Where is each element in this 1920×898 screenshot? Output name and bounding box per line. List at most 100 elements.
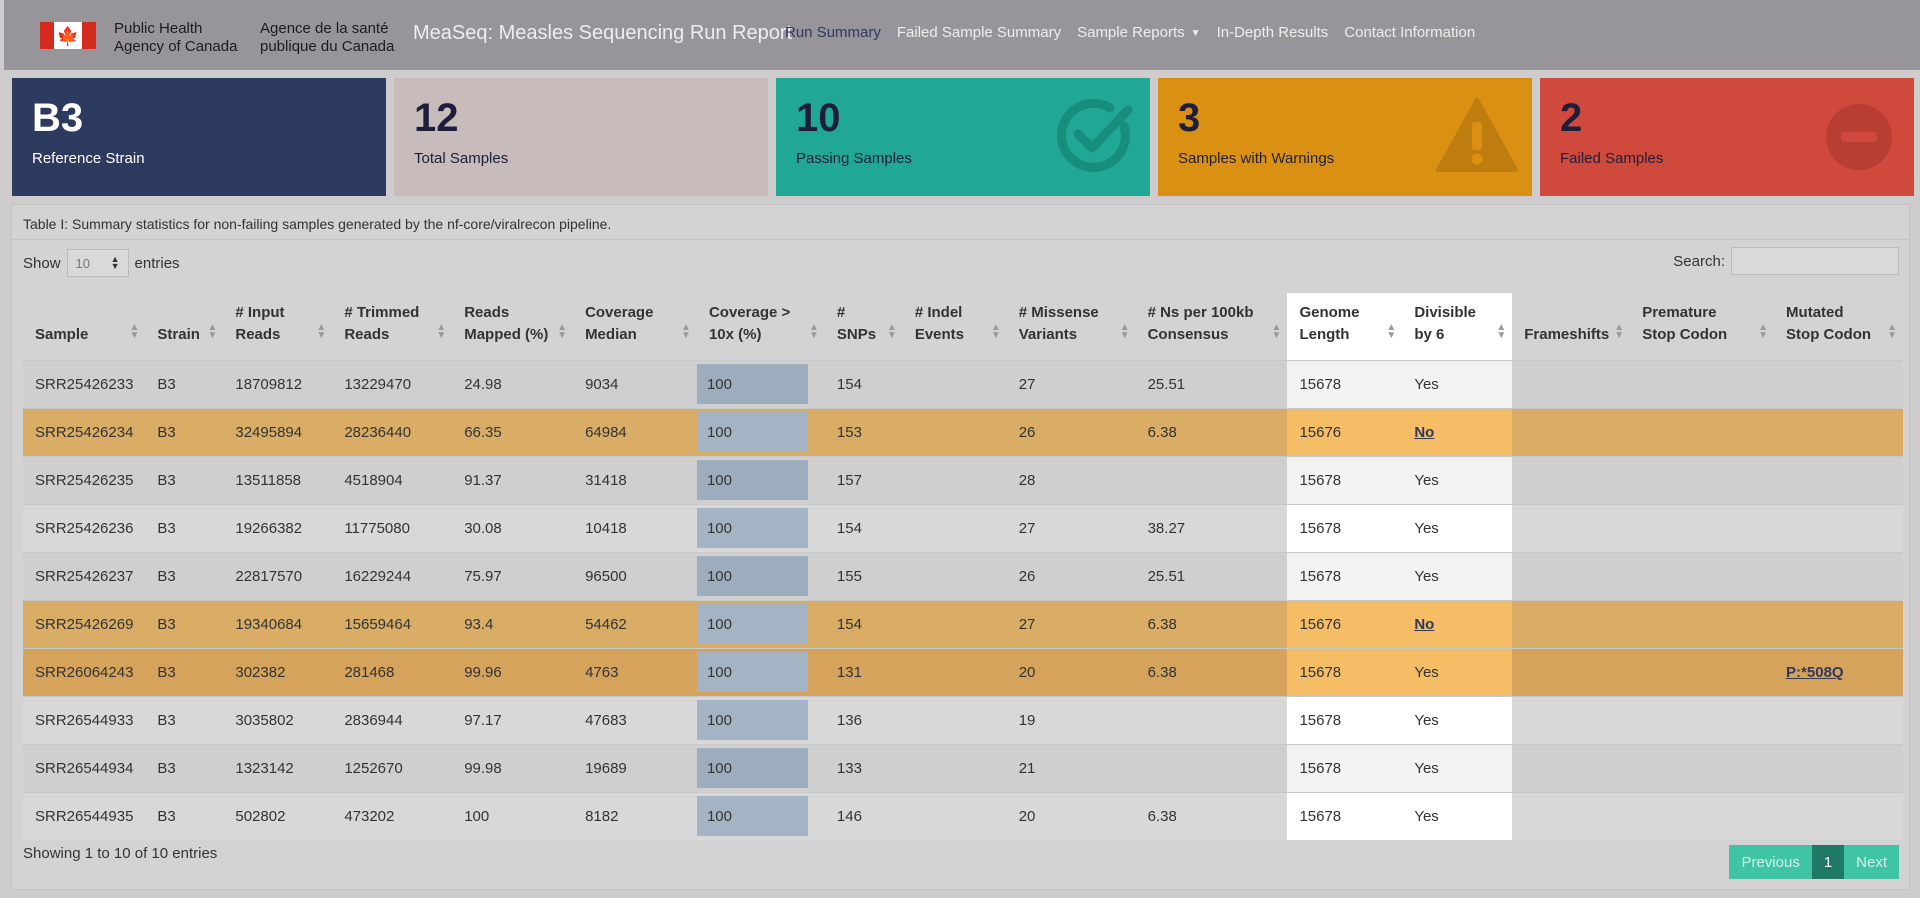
col-header-text: Median — [585, 325, 637, 343]
col-header-premature-stop-codon[interactable]: Premature Stop Codon ▲ ▼ — [1630, 293, 1774, 360]
cell-frameshifts — [1512, 599, 1631, 648]
cell-coverage-median: 31418 — [573, 455, 697, 504]
cell-coverage-median: 96500 — [573, 551, 697, 600]
cell-missense-variants: 27 — [1006, 599, 1136, 648]
col-header-text: Genome — [1299, 303, 1360, 321]
cell-indel-events — [902, 647, 1007, 696]
card-value: 2 — [1560, 96, 1583, 140]
nav-contact-information[interactable]: Contact Information — [1344, 24, 1475, 41]
sort-arrows-icon: ▲ ▼ — [1887, 321, 1897, 341]
cell-mutated-stop-codon — [1774, 455, 1903, 504]
previous-page-button[interactable]: Previous — [1729, 845, 1812, 879]
col-header-reads-mapped[interactable]: Reads Mapped (%) ▲ ▼ — [452, 293, 573, 360]
cell-snps: 153 — [824, 407, 903, 456]
cell-frameshifts — [1512, 407, 1631, 456]
cell-coverage-10x: 100 — [696, 647, 825, 696]
app-title[interactable]: MeaSeq: Measles Sequencing Run Report — [413, 22, 792, 45]
nav-sample-reports-label: Sample Reports — [1077, 24, 1185, 41]
cell-sample: SRR25426234 — [23, 407, 146, 456]
coverage-bar: 100 — [696, 508, 808, 548]
cell-frameshifts — [1512, 647, 1631, 696]
cell-ns-per-100kb — [1135, 743, 1288, 792]
search-label: Search: — [1673, 252, 1725, 270]
cell-input-reads: 32495894 — [223, 407, 333, 456]
nav-failed-sample-summary[interactable]: Failed Sample Summary — [897, 24, 1061, 41]
cell-frameshifts — [1512, 503, 1631, 552]
cell-divisible-by-6: Yes — [1402, 455, 1513, 504]
col-header-coverage-median[interactable]: Coverage Median ▲ ▼ — [573, 293, 697, 360]
cell-premature-stop-codon — [1630, 551, 1775, 600]
cell-coverage-median: 10418 — [573, 503, 697, 552]
col-header-ns-per-100kb[interactable]: # Ns per 100kb Consensus ▲ ▼ — [1136, 293, 1288, 360]
cell-reads-mapped: 75.97 — [452, 551, 574, 600]
col-header-genome-length[interactable]: Genome Length ▲ ▼ — [1287, 293, 1403, 360]
cell-premature-stop-codon — [1630, 455, 1775, 504]
col-header-input-reads[interactable]: # Input Reads ▲ ▼ — [223, 293, 332, 360]
sort-arrows-icon: ▲ ▼ — [207, 321, 218, 341]
page-length-select[interactable]: 10 ▲ ▼ — [66, 249, 129, 277]
col-header-trimmed-reads[interactable]: # Trimmed Reads ▲ ▼ — [332, 293, 452, 360]
cell-mutated-stop-codon — [1774, 791, 1903, 840]
cell-ns-per-100kb — [1135, 695, 1288, 744]
cell-sample: SRR25426237 — [23, 551, 146, 600]
col-header-text: # Missense — [1018, 303, 1099, 321]
cell-mutated-stop-codon — [1774, 551, 1903, 600]
cell-premature-stop-codon — [1630, 695, 1775, 744]
page-1-button[interactable]: 1 — [1811, 845, 1845, 879]
next-page-button[interactable]: Next — [1844, 845, 1899, 879]
mutated-stop-codon-link[interactable]: P:*508Q — [1786, 664, 1844, 681]
cell-genome-length: 15678 — [1287, 551, 1403, 600]
cell-divisible-by-6: Yes — [1402, 695, 1513, 744]
cell-divisible-by-6: No — [1402, 407, 1513, 456]
col-header-mutated-stop-codon[interactable]: Mutated Stop Codon ▲ ▼ — [1774, 293, 1903, 360]
cell-reads-mapped: 97.17 — [452, 695, 574, 744]
col-header-strain[interactable]: Strain ▲ ▼ — [145, 293, 223, 360]
sort-arrows-icon: ▲ ▼ — [808, 321, 819, 341]
coverage-bar: 100 — [696, 364, 808, 404]
col-header-frameshifts[interactable]: Frameshifts ▲ ▼ — [1512, 293, 1630, 360]
col-header-sample[interactable]: Sample ▲ ▼ — [23, 293, 145, 360]
col-header-divisible-by-6[interactable]: Divisible by 6 ▲ ▼ — [1402, 293, 1513, 360]
col-header-text: Stop Codon — [1642, 325, 1728, 343]
cell-missense-variants: 20 — [1006, 791, 1136, 840]
pagination: Previous 1 Next — [1729, 845, 1899, 879]
cell-snps: 136 — [824, 695, 903, 744]
nav-sample-reports-dropdown[interactable]: Sample Reports ▼ — [1077, 24, 1200, 41]
cell-sample: SRR25426236 — [23, 503, 146, 552]
col-header-coverage-10x[interactable]: Coverage > 10x (%) ▲ ▼ — [697, 293, 825, 360]
cell-input-reads: 19340684 — [223, 599, 333, 648]
card-label: Reference Strain — [32, 150, 145, 167]
coverage-bar: 100 — [696, 460, 808, 500]
page-length-value: 10 — [75, 255, 90, 271]
table-info: Showing 1 to 10 of 10 entries — [23, 845, 218, 862]
col-header-indel-events[interactable]: # Indel Events ▲ ▼ — [903, 293, 1007, 360]
cell-coverage-median: 8182 — [573, 791, 697, 840]
nav-run-summary[interactable]: Run Summary — [785, 24, 881, 41]
cell-reads-mapped: 100 — [452, 791, 574, 840]
caret-down-icon: ▼ — [1190, 27, 1201, 39]
sort-arrows-icon: ▲ ▼ — [1614, 321, 1625, 341]
cell-premature-stop-codon — [1630, 407, 1775, 456]
cell-genome-length: 15678 — [1287, 743, 1403, 792]
col-header-missense-variants[interactable]: # Missense Variants ▲ ▼ — [1007, 293, 1136, 360]
cell-coverage-10x: 100 — [696, 359, 825, 408]
cell-genome-length: 15678 — [1287, 503, 1403, 552]
nav-in-depth-results[interactable]: In-Depth Results — [1217, 24, 1329, 41]
table-row: SRR25426235 B3 13511858 4518904 91.37 31418 10… — [23, 455, 1903, 504]
cell-premature-stop-codon — [1630, 743, 1775, 792]
table-row: SRR26544933 B3 3035802 2836944 97.17 47683 100… — [23, 695, 1903, 744]
cell-genome-length: 15676 — [1287, 407, 1403, 456]
card-label: Samples with Warnings — [1178, 150, 1335, 167]
divisible-no-link[interactable]: No — [1414, 424, 1434, 441]
sort-arrows-icon: ▲ ▼ — [129, 321, 140, 341]
cell-missense-variants: 26 — [1006, 551, 1136, 600]
check-circle-icon — [1056, 98, 1133, 172]
search-input[interactable] — [1731, 247, 1899, 275]
cell-divisible-by-6: No — [1402, 599, 1513, 648]
divisible-no-link[interactable]: No — [1414, 616, 1434, 633]
sort-arrows-icon: ▲ ▼ — [1386, 321, 1397, 341]
cell-divisible-by-6: Yes — [1402, 791, 1513, 840]
col-header-snps[interactable]: # SNPs ▲ ▼ — [825, 293, 903, 360]
cell-coverage-10x: 100 — [696, 551, 825, 600]
cell-sample: SRR25426233 — [23, 359, 146, 408]
